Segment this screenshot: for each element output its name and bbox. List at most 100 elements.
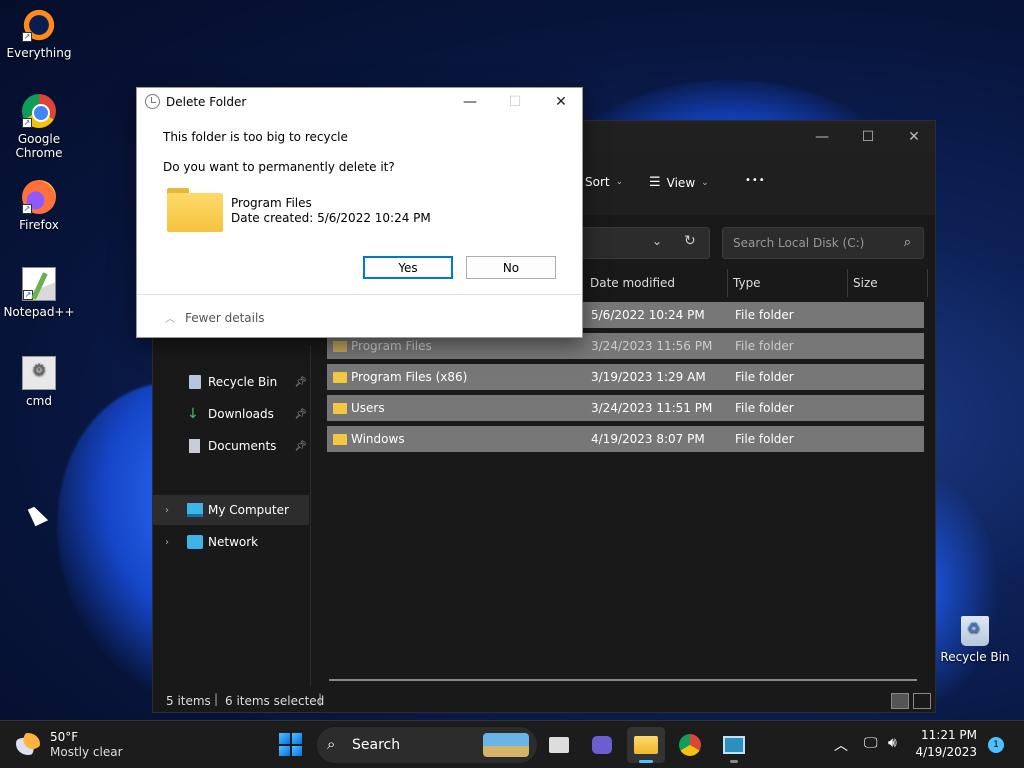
- nav-item-recycle-bin[interactable]: Recycle Bin 📌︎: [153, 367, 309, 397]
- desktop-icon-label: Google Chrome: [15, 132, 63, 160]
- maximize-button[interactable]: ☐: [845, 121, 891, 153]
- column-header-type[interactable]: Type: [733, 269, 848, 297]
- firefox-icon: ↗: [22, 180, 56, 214]
- task-view-button[interactable]: [540, 727, 578, 763]
- yes-button[interactable]: Yes: [363, 256, 453, 279]
- file-type: File folder: [735, 339, 794, 353]
- desktop-icon-label: Firefox: [19, 218, 59, 232]
- chevron-up-icon: ︿: [165, 314, 175, 325]
- desktop-icon-chrome[interactable]: ↗ Google Chrome: [0, 94, 78, 160]
- chevron-down-icon: ⌄: [615, 177, 624, 187]
- sort-button[interactable]: Sort ⌄: [585, 175, 623, 189]
- clock-time[interactable]: 11:21 PM: [920, 728, 977, 742]
- everything-icon: ↗: [22, 8, 56, 42]
- dialog-titlebar[interactable]: Delete Folder — ☐ ✕: [137, 88, 582, 116]
- fewer-details-toggle[interactable]: ︿ Fewer details: [165, 310, 265, 326]
- chevron-down-icon[interactable]: ⌄: [652, 234, 662, 248]
- desktop-icon-recycle-bin[interactable]: Recycle Bin: [936, 616, 1014, 664]
- file-explorer-taskbar-button[interactable]: [627, 727, 665, 763]
- clock-icon: [145, 94, 160, 109]
- navigation-pane: Recycle Bin 📌︎ ↓ Downloads 📌︎ Documents …: [153, 346, 311, 686]
- column-header-label: Size: [853, 276, 878, 290]
- recycle-bin-icon: [961, 616, 989, 646]
- file-type: File folder: [735, 308, 794, 322]
- terminal-icon: [723, 736, 745, 754]
- network-icon: [187, 535, 203, 549]
- more-icon: •••: [745, 175, 766, 186]
- task-view-icon: [549, 737, 569, 753]
- desktop-icon-label: Notepad++: [3, 305, 75, 319]
- item-count: 5 items: [166, 694, 211, 708]
- nav-item-label: Recycle Bin: [208, 375, 278, 389]
- dialog-message: This folder is too big to recycle: [163, 130, 348, 144]
- mouse-cursor: [27, 503, 49, 527]
- column-header-size[interactable]: Size: [853, 269, 928, 297]
- teams-chat-button[interactable]: [583, 727, 621, 763]
- tiles-view-button[interactable]: [913, 693, 931, 709]
- horizontal-scrollbar[interactable]: [329, 679, 917, 681]
- file-name: Program Files (x86): [351, 370, 468, 384]
- minimize-button[interactable]: —: [447, 88, 493, 116]
- file-name: Users: [351, 401, 385, 415]
- selected-count: 6 items selected: [225, 694, 325, 708]
- close-button[interactable]: ✕: [538, 88, 584, 116]
- folder-icon: [634, 736, 658, 754]
- file-type: File folder: [735, 370, 794, 384]
- file-type: File folder: [735, 401, 794, 415]
- desktop-icon-label: Everything: [6, 46, 72, 60]
- desktop-icon-label: cmd: [26, 394, 52, 408]
- nav-item-downloads[interactable]: ↓ Downloads 📌︎: [153, 399, 309, 429]
- folder-name: Program Files: [231, 196, 312, 210]
- file-date: 3/19/2023 1:29 AM: [591, 370, 706, 384]
- file-row[interactable]: Program Files (x86) 3/19/2023 1:29 AM Fi…: [327, 364, 924, 390]
- start-button[interactable]: [279, 733, 302, 756]
- no-button-label: No: [502, 260, 520, 275]
- nav-item-my-computer[interactable]: › My Computer: [153, 495, 309, 525]
- nav-item-network[interactable]: › Network: [153, 527, 309, 557]
- more-options-button[interactable]: •••: [745, 175, 766, 186]
- folder-icon: [333, 433, 347, 445]
- weather-description: Mostly clear: [50, 745, 123, 759]
- details-view-button[interactable]: [891, 693, 909, 709]
- refresh-icon[interactable]: ↻: [684, 233, 696, 249]
- file-row[interactable]: Users 3/24/2023 11:51 PM File folder: [327, 395, 924, 421]
- chrome-icon: ↗: [22, 94, 56, 128]
- desktop-icon-firefox[interactable]: ↗ Firefox: [0, 180, 78, 232]
- file-date: 5/6/2022 10:24 PM: [591, 308, 705, 322]
- download-icon: ↓: [187, 406, 199, 422]
- column-header-label: Date modified: [590, 276, 676, 290]
- search-placeholder: Search Local Disk (C:): [733, 236, 865, 250]
- address-bar[interactable]: ⌄ ↻: [577, 227, 710, 259]
- chevron-up-icon[interactable]: ︿: [834, 735, 848, 755]
- chrome-taskbar-button[interactable]: [671, 727, 709, 763]
- network-status-icon[interactable]: 🖵︎: [864, 735, 878, 751]
- column-header-label: Type: [733, 276, 761, 290]
- desktop-icon-notepadpp[interactable]: ↗ Notepad++: [0, 267, 78, 319]
- close-button[interactable]: ✕: [891, 121, 937, 153]
- clock-date[interactable]: 4/19/2023: [915, 745, 977, 759]
- notification-badge[interactable]: 1: [988, 737, 1004, 753]
- taskbar: 50°F Mostly clear ⌕ Search ︿ 🖵︎ 🔊︎ 11:21…: [0, 720, 1024, 768]
- terminal-taskbar-button[interactable]: [715, 727, 753, 763]
- desktop-icon-cmd[interactable]: cmd: [0, 356, 78, 408]
- desktop-icon-everything[interactable]: ↗ Everything: [0, 8, 78, 60]
- folder-icon: [333, 402, 347, 414]
- file-name: Program Files: [351, 339, 432, 353]
- volume-icon[interactable]: 🔊︎: [888, 735, 897, 751]
- minimize-button[interactable]: —: [799, 121, 845, 153]
- nav-item-documents[interactable]: Documents 📌︎: [153, 431, 309, 461]
- column-header-date[interactable]: Date modified: [590, 269, 728, 297]
- taskbar-search[interactable]: ⌕ Search: [317, 727, 537, 763]
- dialog-divider: [137, 294, 582, 295]
- delete-folder-dialog: Delete Folder — ☐ ✕ This folder is too b…: [136, 87, 583, 338]
- folder-icon: [167, 188, 223, 232]
- no-button[interactable]: No: [466, 256, 556, 279]
- search-input[interactable]: Search Local Disk (C:) ⌕: [722, 227, 924, 259]
- chevron-right-icon[interactable]: ›: [165, 537, 169, 548]
- search-icon: ⌕: [327, 735, 336, 753]
- file-row[interactable]: Windows 4/19/2023 8:07 PM File folder: [327, 426, 924, 452]
- view-button[interactable]: ☰ View ⌄: [649, 175, 709, 190]
- chevron-right-icon[interactable]: ›: [165, 505, 169, 516]
- weather-temperature: 50°F: [50, 730, 79, 744]
- dialog-title: Delete Folder: [166, 95, 247, 109]
